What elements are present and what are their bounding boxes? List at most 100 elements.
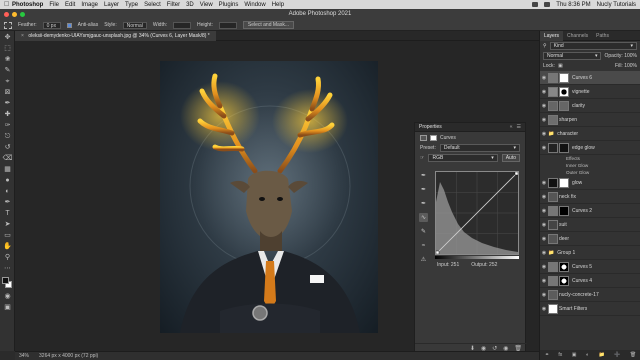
collapse-panel-icon[interactable]: « [510, 124, 513, 130]
layer-group-row[interactable]: ◉ 📁 Group 1 [540, 246, 640, 260]
folder-icon[interactable]: 📁 [548, 250, 554, 256]
eye-icon[interactable]: ◉ [540, 89, 548, 95]
document-tab[interactable]: × oleksii-demydenko-UIAYsmjgauc-unsplash… [15, 31, 216, 41]
eye-icon[interactable]: ◉ [540, 236, 548, 242]
zoom-tool-icon[interactable]: ⚲ [3, 253, 12, 262]
eye-icon[interactable]: ◉ [540, 180, 548, 186]
battery-icon[interactable] [544, 2, 551, 7]
menu-select[interactable]: Select [144, 2, 161, 8]
channel-select[interactable]: RGB ▾ [428, 154, 498, 162]
rectangle-tool-icon[interactable]: ▭ [3, 231, 12, 240]
marquee-tool-icon[interactable]: ⬚ [3, 44, 12, 53]
white-point-eyedropper-icon[interactable]: ✒ [419, 199, 428, 208]
layer-row[interactable]: ◉ Curves 5 [540, 260, 640, 274]
wifi-icon[interactable] [532, 2, 539, 7]
antialias-checkbox[interactable] [66, 22, 72, 28]
new-group-icon[interactable]: 📁 [598, 352, 604, 358]
layer-mask-thumbnail[interactable] [559, 177, 569, 188]
layer-row[interactable]: ◉ deer [540, 232, 640, 246]
color-swatches[interactable] [0, 276, 15, 290]
outer-glow-effect[interactable]: Outer Glow [540, 169, 640, 176]
clipping-warning-icon[interactable]: ⚠ [419, 255, 428, 264]
pen-tool-icon[interactable]: ✒ [3, 198, 12, 207]
eye-icon[interactable]: ◉ [540, 222, 548, 228]
height-input[interactable] [218, 21, 237, 29]
preset-select[interactable]: Default ▾ [439, 144, 520, 152]
tab-channels[interactable]: Channels [563, 31, 592, 41]
properties-panel-header[interactable]: Properties « ☰ [415, 123, 525, 132]
layer-row[interactable]: ◉ glow [540, 176, 640, 190]
layer-mask-thumbnail[interactable] [559, 72, 569, 83]
document-image[interactable] [160, 61, 378, 333]
fill-field[interactable]: Fill: 100% [615, 63, 637, 69]
layer-group-row[interactable]: ◉ 📁 character [540, 127, 640, 141]
layer-mask-thumbnail[interactable] [559, 205, 569, 216]
eye-icon[interactable]: ◉ [540, 292, 548, 298]
quick-select-tool-icon[interactable]: ✎ [3, 66, 12, 75]
eye-icon[interactable]: ◉ [540, 250, 548, 256]
smart-filters-row[interactable]: ◉ Smart Filters [540, 302, 640, 316]
pencil-curve-icon[interactable]: ✎ [419, 227, 428, 236]
layer-row[interactable]: ◉ clarity [540, 99, 640, 113]
hand-tool-icon[interactable]: ✋ [3, 242, 12, 251]
dodge-tool-icon[interactable]: ◐ [3, 187, 12, 196]
layer-mask-thumbnail[interactable] [559, 86, 569, 97]
panel-menu-icon[interactable]: ☰ [517, 124, 521, 130]
menu-edit[interactable]: Edit [65, 2, 75, 8]
effects-row[interactable]: Effects [540, 155, 640, 162]
select-and-mask-button[interactable]: Select and Mask... [242, 21, 294, 29]
blur-tool-icon[interactable]: ● [3, 176, 12, 185]
menu-window[interactable]: Window [244, 2, 265, 8]
eraser-tool-icon[interactable]: ⌫ [3, 154, 13, 163]
layer-row[interactable]: ◉ edge glow [540, 141, 640, 155]
eye-icon[interactable]: ◉ [540, 145, 548, 151]
menu-plugins[interactable]: Plugins [219, 2, 239, 8]
layer-mask-thumbnail[interactable] [559, 100, 569, 111]
apple-icon[interactable]:  [4, 1, 12, 8]
width-input[interactable] [173, 21, 192, 29]
smart-filter-mask[interactable] [548, 303, 558, 314]
folder-icon[interactable]: 📁 [548, 131, 554, 137]
user-menu[interactable]: Nucly Tutorials [597, 2, 636, 8]
link-layers-icon[interactable]: ⚭ [545, 352, 549, 358]
layer-row[interactable]: ◉ nucly-concrete-17 [540, 288, 640, 302]
eye-icon[interactable]: ◉ [540, 131, 548, 137]
menu-image[interactable]: Image [81, 2, 98, 8]
clone-stamp-tool-icon[interactable]: ⎋ [3, 132, 12, 141]
tab-paths[interactable]: Paths [592, 31, 613, 41]
layer-row[interactable]: ◉ Curves 6 [540, 71, 640, 85]
eyedropper-tool-icon[interactable]: ✒ [3, 99, 12, 108]
menu-file[interactable]: File [49, 2, 59, 8]
eye-icon[interactable]: ◉ [540, 75, 548, 81]
clock[interactable]: Thu 8:36 PM [556, 2, 590, 8]
healing-brush-tool-icon[interactable]: ✚ [3, 110, 12, 119]
layer-row[interactable]: ◉ neck fix [540, 190, 640, 204]
eye-icon[interactable]: ◉ [540, 117, 548, 123]
menu-help[interactable]: Help [272, 2, 284, 8]
history-brush-tool-icon[interactable]: ↺ [3, 143, 12, 152]
fx-icon[interactable]: fx [558, 352, 562, 358]
layer-mask-icon[interactable] [430, 134, 437, 141]
menu-view[interactable]: View [200, 2, 213, 8]
eye-icon[interactable]: ◉ [540, 194, 548, 200]
hand-target-icon[interactable]: ☞ [420, 155, 424, 161]
eye-icon[interactable]: ◉ [540, 264, 548, 270]
screen-mode-icon[interactable]: ▣ [3, 303, 12, 312]
smooth-curve-icon[interactable]: ≈ [419, 241, 428, 250]
layer-row[interactable]: ◉ Curves 4 [540, 274, 640, 288]
menu-3d[interactable]: 3D [186, 2, 194, 8]
close-tab-icon[interactable]: × [21, 33, 24, 39]
new-layer-icon[interactable]: ➕ [614, 352, 620, 358]
menu-filter[interactable]: Filter [167, 2, 180, 8]
eye-icon[interactable]: ◉ [540, 306, 548, 312]
gray-point-eyedropper-icon[interactable]: ✒ [419, 185, 428, 194]
brush-tool-icon[interactable]: ✑ [3, 121, 12, 130]
layer-row[interactable]: ◉ vignette [540, 85, 640, 99]
inner-glow-effect[interactable]: Inner Glow [540, 162, 640, 169]
eye-icon[interactable]: ◉ [540, 278, 548, 284]
menu-layer[interactable]: Layer [104, 2, 119, 8]
style-select[interactable]: Normal [122, 21, 147, 29]
auto-button[interactable]: Auto [501, 154, 520, 162]
lasso-tool-icon[interactable]: ❀ [3, 55, 12, 64]
layer-row[interactable]: ◉ suit [540, 218, 640, 232]
